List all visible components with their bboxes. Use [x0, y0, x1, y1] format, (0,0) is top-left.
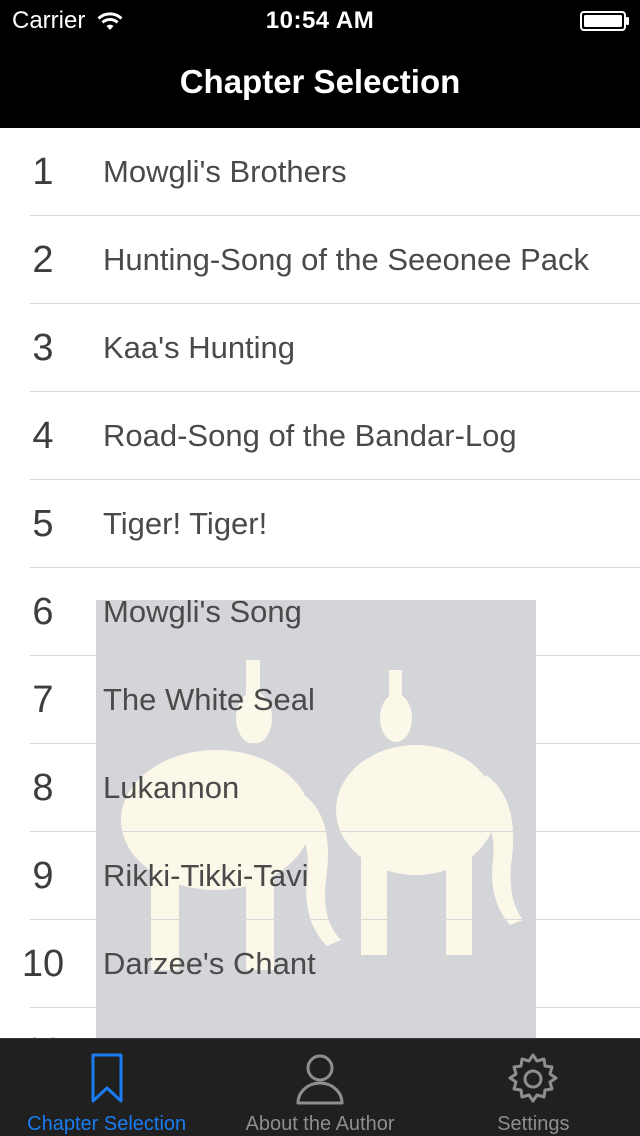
- chapter-number: 5: [32, 502, 54, 545]
- chapter-row-10[interactable]: 10 Darzee's Chant: [0, 920, 640, 1008]
- chapter-number: 6: [32, 590, 54, 633]
- chapter-row-8[interactable]: 8 Lukannon: [0, 744, 640, 832]
- tab-bar: Chapter Selection About the Author Setti…: [0, 1038, 640, 1136]
- page-title: Chapter Selection: [179, 63, 461, 100]
- chapter-title: Hunting-Song of the Seeonee Pack: [103, 242, 590, 277]
- bookmark-icon: [91, 1053, 123, 1103]
- chapter-title: Tiger! Tiger!: [103, 506, 268, 541]
- chapter-title: Mowgli's Song: [103, 594, 302, 629]
- status-bar: Carrier 10:54 AM: [0, 0, 640, 40]
- chapter-number: 10: [21, 942, 65, 985]
- chapter-row-1[interactable]: 1 Mowgli's Brothers: [0, 128, 640, 216]
- tab-about-the-author[interactable]: About the Author: [213, 1039, 426, 1136]
- chapter-title: Lukannon: [103, 770, 240, 805]
- status-time: 10:54 AM: [265, 7, 375, 34]
- chapter-number: 4: [32, 414, 54, 457]
- chapter-row-11[interactable]: 11: [0, 1008, 640, 1039]
- chapter-row-5[interactable]: 5 Tiger! Tiger!: [0, 480, 640, 568]
- chapter-title: Road-Song of the Bandar-Log: [103, 418, 517, 453]
- chapter-row-9[interactable]: 9 Rikki-Tikki-Tavi: [0, 832, 640, 920]
- chapter-number: 2: [32, 238, 54, 281]
- tab-settings[interactable]: Settings: [427, 1039, 640, 1136]
- chapter-number: 11: [0, 1031, 86, 1039]
- tab-chapter-selection[interactable]: Chapter Selection: [0, 1039, 213, 1136]
- tab-label: Settings: [497, 1113, 570, 1135]
- chapter-row-4[interactable]: 4 Road-Song of the Bandar-Log: [0, 392, 640, 480]
- chapter-row-3[interactable]: 3 Kaa's Hunting: [0, 304, 640, 392]
- chapter-number: 7: [32, 678, 54, 721]
- chapter-title: Darzee's Chant: [103, 946, 316, 981]
- person-icon: [296, 1054, 344, 1105]
- chapter-row-6[interactable]: 6 Mowgli's Song: [0, 568, 640, 656]
- chapter-title: Rikki-Tikki-Tavi: [103, 858, 309, 893]
- tab-label: About the Author: [245, 1113, 395, 1135]
- chapter-number: 3: [32, 326, 54, 369]
- chapter-list[interactable]: 1 Mowgli's Brothers 2 Hunting-Song of th…: [0, 128, 640, 1038]
- chapter-title: The White Seal: [103, 682, 315, 717]
- screen: Carrier 10:54 AM Chapter Selection 1 Mow…: [0, 0, 640, 1136]
- chapter-title: Kaa's Hunting: [103, 330, 296, 365]
- battery-icon: [580, 10, 630, 31]
- gear-icon: [508, 1053, 558, 1103]
- tab-label: Chapter Selection: [27, 1113, 187, 1135]
- chapter-number: 9: [32, 854, 54, 897]
- chapter-row-2[interactable]: 2 Hunting-Song of the Seeonee Pack: [0, 216, 640, 304]
- chapter-number: 8: [32, 766, 54, 809]
- chapter-number: 1: [32, 150, 54, 193]
- navigation-bar: Chapter Selection: [0, 40, 640, 128]
- chapter-title: Mowgli's Brothers: [103, 154, 347, 189]
- chapter-row-7[interactable]: 7 The White Seal: [0, 656, 640, 744]
